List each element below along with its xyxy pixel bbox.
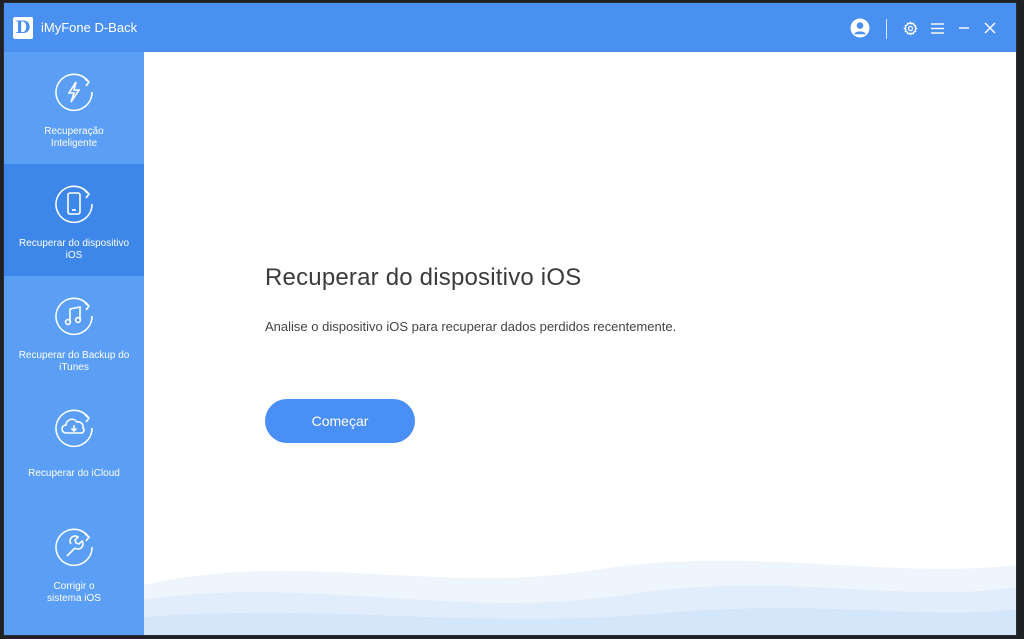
sidebar-item-label: Recuperar do iCloud xyxy=(28,468,120,479)
decorative-waves xyxy=(144,560,1016,635)
sidebar: Recuperação Inteligente Recuperar do dis… xyxy=(4,52,144,635)
app-title: iMyFone D-Back xyxy=(41,20,138,35)
music-refresh-icon xyxy=(55,297,93,336)
sidebar-item-smart-recovery[interactable]: Recuperação Inteligente xyxy=(4,52,144,164)
sidebar-item-label: Recuperação Inteligente xyxy=(44,126,104,149)
minimize-icon[interactable] xyxy=(955,17,973,39)
page-title: Recuperar do dispositivo iOS xyxy=(265,264,582,291)
cloud-refresh-icon xyxy=(55,409,93,448)
sidebar-item-label: Corrigir o sistema iOS xyxy=(47,581,101,604)
close-icon[interactable] xyxy=(980,17,1000,39)
sidebar-item-itunes-backup[interactable]: Recuperar do Backup do iTunes xyxy=(4,276,144,388)
sidebar-item-icloud[interactable]: Recuperar do iCloud xyxy=(4,388,144,500)
main-panel: Recuperar do dispositivo iOS Analise o d… xyxy=(144,52,1016,635)
app-window: D iMyFone D-Back Recuperação Inteligente… xyxy=(4,3,1016,635)
wrench-refresh-icon xyxy=(55,528,93,567)
gear-icon[interactable] xyxy=(901,17,919,39)
title-bar: D iMyFone D-Back xyxy=(4,3,1016,52)
page-description: Analise o dispositivo iOS para recuperar… xyxy=(265,319,677,334)
menu-icon[interactable] xyxy=(928,17,946,39)
title-bar-separator xyxy=(886,19,887,39)
app-logo: D xyxy=(13,17,33,39)
sidebar-item-label: Recuperar do dispositivo iOS xyxy=(18,238,130,261)
start-button[interactable]: Começar xyxy=(265,399,415,443)
user-icon[interactable] xyxy=(849,17,871,39)
lightning-refresh-icon xyxy=(55,73,93,112)
sidebar-item-ios-device[interactable]: Recuperar do dispositivo iOS xyxy=(4,164,144,276)
phone-refresh-icon xyxy=(55,185,93,224)
sidebar-item-label: Recuperar do Backup do iTunes xyxy=(18,350,130,373)
sidebar-item-fix-ios[interactable]: Corrigir o sistema iOS xyxy=(4,507,144,619)
